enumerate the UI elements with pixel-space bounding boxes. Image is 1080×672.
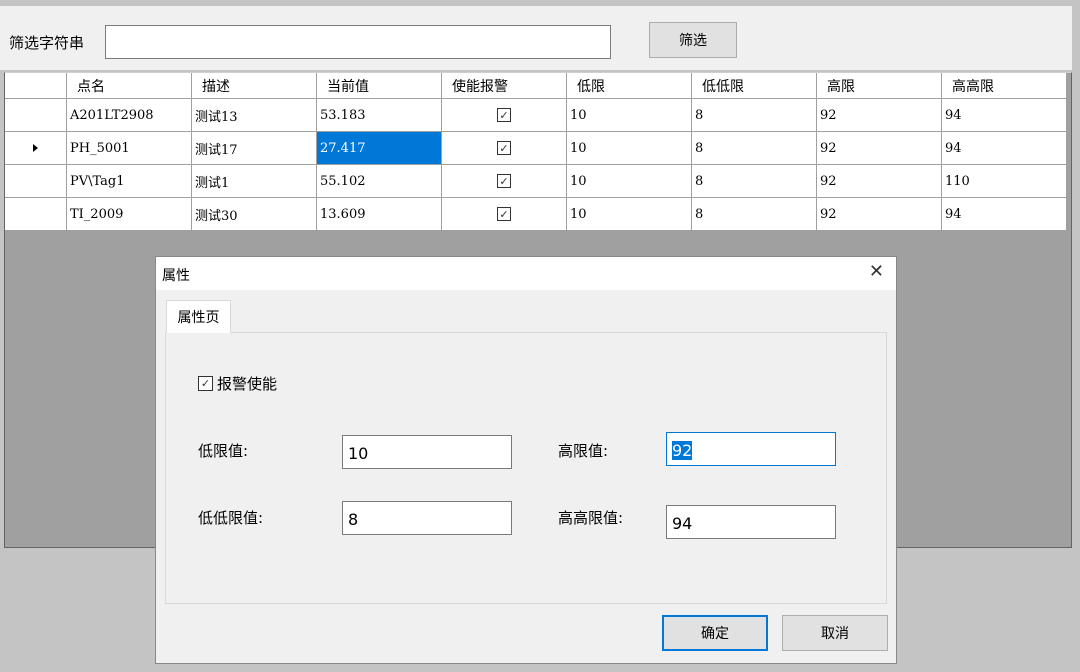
row-header[interactable] <box>5 165 67 198</box>
col-header-low[interactable]: 低限 <box>567 73 692 99</box>
checkbox-checked-icon[interactable]: ✓ <box>497 141 511 155</box>
dialog-titlebar[interactable]: 属性 ✕ <box>156 257 896 290</box>
cell-desc[interactable]: 测试1 <box>192 165 317 198</box>
cell-alarm[interactable]: ✓ <box>442 99 567 132</box>
dialog-title: 属性 <box>162 268 190 284</box>
cell-lowlow[interactable]: 8 <box>692 198 817 231</box>
cell-lowlow[interactable]: 8 <box>692 132 817 165</box>
checkbox-checked-icon[interactable]: ✓ <box>497 174 511 188</box>
cell-highhigh[interactable]: 94 <box>942 99 1067 132</box>
cell-low[interactable]: 10 <box>567 165 692 198</box>
filter-button[interactable]: 筛选 <box>649 22 737 58</box>
lowlow-limit-label: 低低限值: <box>198 509 264 527</box>
cell-low[interactable]: 10 <box>567 132 692 165</box>
cell-low[interactable]: 10 <box>567 198 692 231</box>
grid-header: 点名 描述 当前值 使能报警 低限 低低限 高限 高高限 <box>5 73 1067 99</box>
cell-value[interactable]: 13.609 <box>317 198 442 231</box>
filter-bar: 筛选字符串 筛选 <box>0 6 1072 70</box>
ok-button[interactable]: 确定 <box>662 615 768 651</box>
cell-alarm[interactable]: ✓ <box>442 198 567 231</box>
cell-desc[interactable]: 测试30 <box>192 198 317 231</box>
cell-alarm[interactable]: ✓ <box>442 132 567 165</box>
current-row-arrow-icon <box>33 144 38 152</box>
cell-high[interactable]: 92 <box>817 132 942 165</box>
checkbox-checked-icon[interactable]: ✓ <box>497 207 511 221</box>
lowlow-limit-input[interactable]: 8 <box>342 501 512 535</box>
cell-lowlow[interactable]: 8 <box>692 99 817 132</box>
highhigh-limit-label: 高高限值: <box>558 509 624 527</box>
table-row[interactable]: PV\Tag1 测试1 55.102 ✓ 10 8 92 110 <box>5 165 1067 198</box>
col-header-alarm[interactable]: 使能报警 <box>442 73 567 99</box>
high-limit-input[interactable]: 92 <box>666 432 836 466</box>
cell-high[interactable]: 92 <box>817 99 942 132</box>
cell-high[interactable]: 92 <box>817 165 942 198</box>
table-row[interactable]: TI_2009 测试30 13.609 ✓ 10 8 92 94 <box>5 198 1067 231</box>
row-header[interactable] <box>5 99 67 132</box>
cell-name[interactable]: PH_5001 <box>67 132 192 165</box>
properties-dialog: 属性 ✕ 属性页 ✓ 报警使能 低限值: 10 高限值: 92 低低限值: 8 … <box>155 256 897 664</box>
col-header-highhigh[interactable]: 高高限 <box>942 73 1067 99</box>
cell-alarm[interactable]: ✓ <box>442 165 567 198</box>
high-limit-value: 92 <box>672 441 693 460</box>
table-row[interactable]: PH_5001 测试17 27.417 ✓ 10 8 92 94 <box>5 132 1067 165</box>
low-limit-input[interactable]: 10 <box>342 435 512 469</box>
close-icon[interactable]: ✕ <box>869 263 884 281</box>
col-header-high[interactable]: 高限 <box>817 73 942 99</box>
cell-desc[interactable]: 测试17 <box>192 132 317 165</box>
row-header-corner <box>5 73 67 99</box>
alarm-enable-label: 报警使能 <box>217 375 278 393</box>
cell-high[interactable]: 92 <box>817 198 942 231</box>
cell-name[interactable]: PV\Tag1 <box>67 165 192 198</box>
row-header[interactable] <box>5 198 67 231</box>
cell-highhigh[interactable]: 94 <box>942 198 1067 231</box>
alarm-enable-checkbox[interactable]: ✓ 报警使能 <box>198 373 277 394</box>
cell-highhigh[interactable]: 110 <box>942 165 1067 198</box>
cancel-button[interactable]: 取消 <box>782 615 888 651</box>
checkbox-checked-icon[interactable]: ✓ <box>497 108 511 122</box>
highhigh-limit-input[interactable]: 94 <box>666 505 836 539</box>
low-limit-label: 低限值: <box>198 442 249 460</box>
table-row[interactable]: A201LT2908 测试13 53.183 ✓ 10 8 92 94 <box>5 99 1067 132</box>
cell-desc[interactable]: 测试13 <box>192 99 317 132</box>
cell-low[interactable]: 10 <box>567 99 692 132</box>
cell-lowlow[interactable]: 8 <box>692 165 817 198</box>
filter-label: 筛选字符串 <box>9 34 85 52</box>
row-header-current[interactable] <box>5 132 67 165</box>
col-header-desc[interactable]: 描述 <box>192 73 317 99</box>
high-limit-label: 高限值: <box>558 442 609 460</box>
cell-highhigh[interactable]: 94 <box>942 132 1067 165</box>
cell-value[interactable]: 55.102 <box>317 165 442 198</box>
tab-properties[interactable]: 属性页 <box>166 300 231 333</box>
cell-value[interactable]: 53.183 <box>317 99 442 132</box>
cell-value-selected[interactable]: 27.417 <box>317 132 442 165</box>
col-header-lowlow[interactable]: 低低限 <box>692 73 817 99</box>
col-header-name[interactable]: 点名 <box>67 73 192 99</box>
cell-name[interactable]: TI_2009 <box>67 198 192 231</box>
col-header-value[interactable]: 当前值 <box>317 73 442 99</box>
checkbox-checked-icon[interactable]: ✓ <box>198 376 213 391</box>
tab-panel: ✓ 报警使能 低限值: 10 高限值: 92 低低限值: 8 高高限值: 94 <box>165 332 887 604</box>
cell-name[interactable]: A201LT2908 <box>67 99 192 132</box>
filter-input[interactable] <box>105 25 611 59</box>
